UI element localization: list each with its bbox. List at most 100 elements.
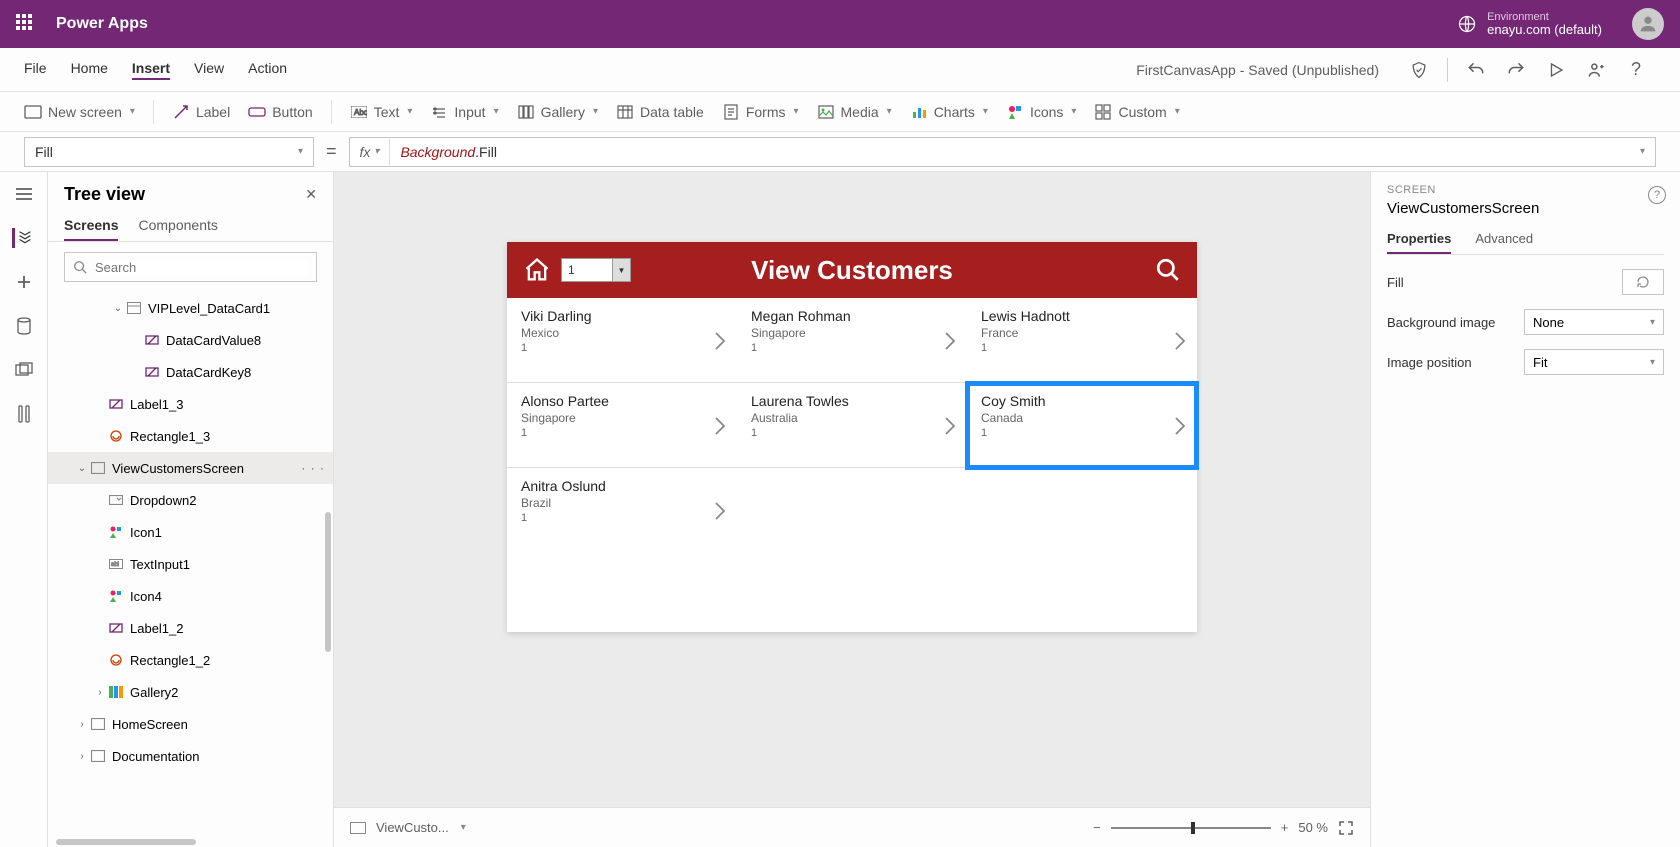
menu-home[interactable]: Home: [71, 60, 108, 80]
tab-properties[interactable]: Properties: [1387, 231, 1451, 254]
chevron-down-icon[interactable]: ▾: [461, 822, 466, 833]
vip-dropdown[interactable]: 1 ▼: [561, 258, 631, 282]
zoom-in-icon[interactable]: +: [1281, 820, 1289, 835]
tree-node[interactable]: ›Documentation: [48, 740, 333, 772]
tree-node[interactable]: Rectangle1_3: [48, 420, 333, 452]
chevron-right-icon[interactable]: [713, 330, 727, 352]
label-button[interactable]: Label: [172, 103, 230, 121]
custom-menu[interactable]: Custom▾: [1094, 103, 1179, 121]
customer-item[interactable]: Laurena TowlesAustralia1: [737, 383, 967, 468]
element-name: ViewCustomersScreen: [1387, 200, 1664, 217]
user-avatar[interactable]: [1632, 8, 1664, 40]
chevron-right-icon[interactable]: [943, 415, 957, 437]
media-menu[interactable]: Media▾: [817, 103, 892, 121]
charts-menu[interactable]: Charts▾: [910, 103, 988, 121]
customer-item[interactable]: Lewis HadnottFrance1: [967, 298, 1197, 383]
tree-node[interactable]: Icon4: [48, 580, 333, 612]
imgpos-select[interactable]: Fit ▾: [1524, 349, 1664, 375]
scrollbar-thumb-h[interactable]: [56, 839, 196, 845]
tree-node[interactable]: Dropdown2: [48, 484, 333, 516]
forms-menu[interactable]: Forms▾: [722, 103, 799, 121]
twisty-icon[interactable]: ›: [74, 719, 90, 730]
more-icon[interactable]: · · ·: [301, 461, 325, 475]
field-icon: [144, 332, 160, 348]
redo-icon[interactable]: [1502, 56, 1530, 84]
property-selector[interactable]: Fill ▾: [24, 137, 314, 167]
home-icon[interactable]: [523, 256, 551, 284]
environment-picker[interactable]: Environment enayu.com (default): [1457, 11, 1602, 37]
input-menu[interactable]: Input▾: [430, 103, 498, 121]
data-icon[interactable]: [14, 316, 34, 336]
color-reset-icon: [1635, 274, 1651, 290]
tree-node[interactable]: Rectangle1_2: [48, 644, 333, 676]
tree-node[interactable]: ›Gallery2: [48, 676, 333, 708]
expand-formula-icon[interactable]: ▾: [1630, 146, 1655, 157]
chevron-right-icon[interactable]: [713, 415, 727, 437]
tree-node[interactable]: DataCardValue8: [48, 324, 333, 356]
customer-item[interactable]: Alonso ParteeSingapore1: [507, 383, 737, 468]
customer-item[interactable]: Viki DarlingMexico1: [507, 298, 737, 383]
insert-icon[interactable]: [14, 272, 34, 292]
media-rail-icon[interactable]: [14, 360, 34, 380]
menu-insert[interactable]: Insert: [132, 60, 170, 80]
tree-search[interactable]: [64, 252, 317, 282]
prop-bgimage-label: Background image: [1387, 315, 1495, 330]
tools-rail-icon[interactable]: [14, 404, 34, 424]
chevron-right-icon[interactable]: [713, 500, 727, 522]
tab-components[interactable]: Components: [138, 217, 217, 241]
zoom-out-icon[interactable]: −: [1093, 820, 1101, 835]
text-menu[interactable]: AbcText▾: [350, 103, 413, 121]
tree-node[interactable]: Icon1: [48, 516, 333, 548]
play-icon[interactable]: [1542, 56, 1570, 84]
twisty-icon[interactable]: ⌄: [110, 303, 126, 314]
tab-advanced[interactable]: Advanced: [1475, 231, 1533, 254]
menu-action[interactable]: Action: [248, 60, 287, 80]
scrollbar-thumb[interactable]: [325, 512, 331, 652]
gallery-menu[interactable]: Gallery▾: [517, 103, 598, 121]
new-screen-button[interactable]: New screen▾: [24, 103, 135, 121]
chevron-right-icon[interactable]: [1173, 415, 1187, 437]
tree-node[interactable]: ⌄ViewCustomersScreen· · ·: [48, 452, 333, 484]
twisty-icon[interactable]: ›: [92, 687, 108, 698]
button-button[interactable]: Button: [248, 103, 312, 121]
customer-country: Mexico: [521, 326, 723, 340]
app-checker-icon[interactable]: [1405, 56, 1433, 84]
twisty-icon[interactable]: ⌄: [74, 463, 90, 474]
customer-item[interactable]: Anitra OslundBrazil1: [507, 468, 737, 553]
zoom-slider[interactable]: [1111, 827, 1271, 829]
tree-node-label: VIPLevel_DataCard1: [148, 301, 270, 316]
screen-preview[interactable]: 1 ▼ View Customers Viki DarlingMexico1Me…: [507, 242, 1197, 632]
tree-node[interactable]: DataCardKey8: [48, 356, 333, 388]
tree-node[interactable]: ⌄ VIPLevel_DataCard1: [48, 292, 333, 324]
tree-node[interactable]: ablTextInput1: [48, 548, 333, 580]
hamburger-icon[interactable]: [14, 184, 34, 204]
undo-icon[interactable]: [1462, 56, 1490, 84]
close-icon[interactable]: ✕: [305, 186, 317, 203]
data-table-button[interactable]: Data table: [616, 103, 704, 121]
tree-node[interactable]: Label1_2: [48, 612, 333, 644]
tab-screens[interactable]: Screens: [64, 217, 118, 241]
waffle-icon[interactable]: [16, 14, 36, 34]
tree-node[interactable]: ›HomeScreen: [48, 708, 333, 740]
screen-breadcrumb[interactable]: ViewCusto...: [376, 820, 449, 835]
menu-view[interactable]: View: [194, 60, 224, 80]
formula-input[interactable]: fx▾ Background.Fill ▾: [349, 137, 1656, 167]
person-icon: [1637, 13, 1659, 35]
tree-node[interactable]: Label1_3: [48, 388, 333, 420]
bgimage-select[interactable]: None ▾: [1524, 309, 1664, 335]
icons-menu[interactable]: Icons▾: [1006, 103, 1077, 121]
fill-color-picker[interactable]: [1622, 269, 1664, 295]
search-icon[interactable]: [1155, 257, 1181, 283]
chevron-right-icon[interactable]: [1173, 330, 1187, 352]
chevron-right-icon[interactable]: [943, 330, 957, 352]
customer-item[interactable]: Megan RohmanSingapore1: [737, 298, 967, 383]
help-icon[interactable]: ?: [1648, 186, 1666, 204]
twisty-icon[interactable]: ›: [74, 751, 90, 762]
tree-search-input[interactable]: [95, 260, 308, 275]
tree-view-icon[interactable]: [12, 228, 32, 248]
customer-item[interactable]: Coy SmithCanada1: [967, 383, 1197, 468]
fit-screen-icon[interactable]: [1338, 820, 1354, 836]
help-icon[interactable]: ?: [1622, 56, 1650, 84]
menu-file[interactable]: File: [24, 60, 47, 80]
share-icon[interactable]: [1582, 56, 1610, 84]
